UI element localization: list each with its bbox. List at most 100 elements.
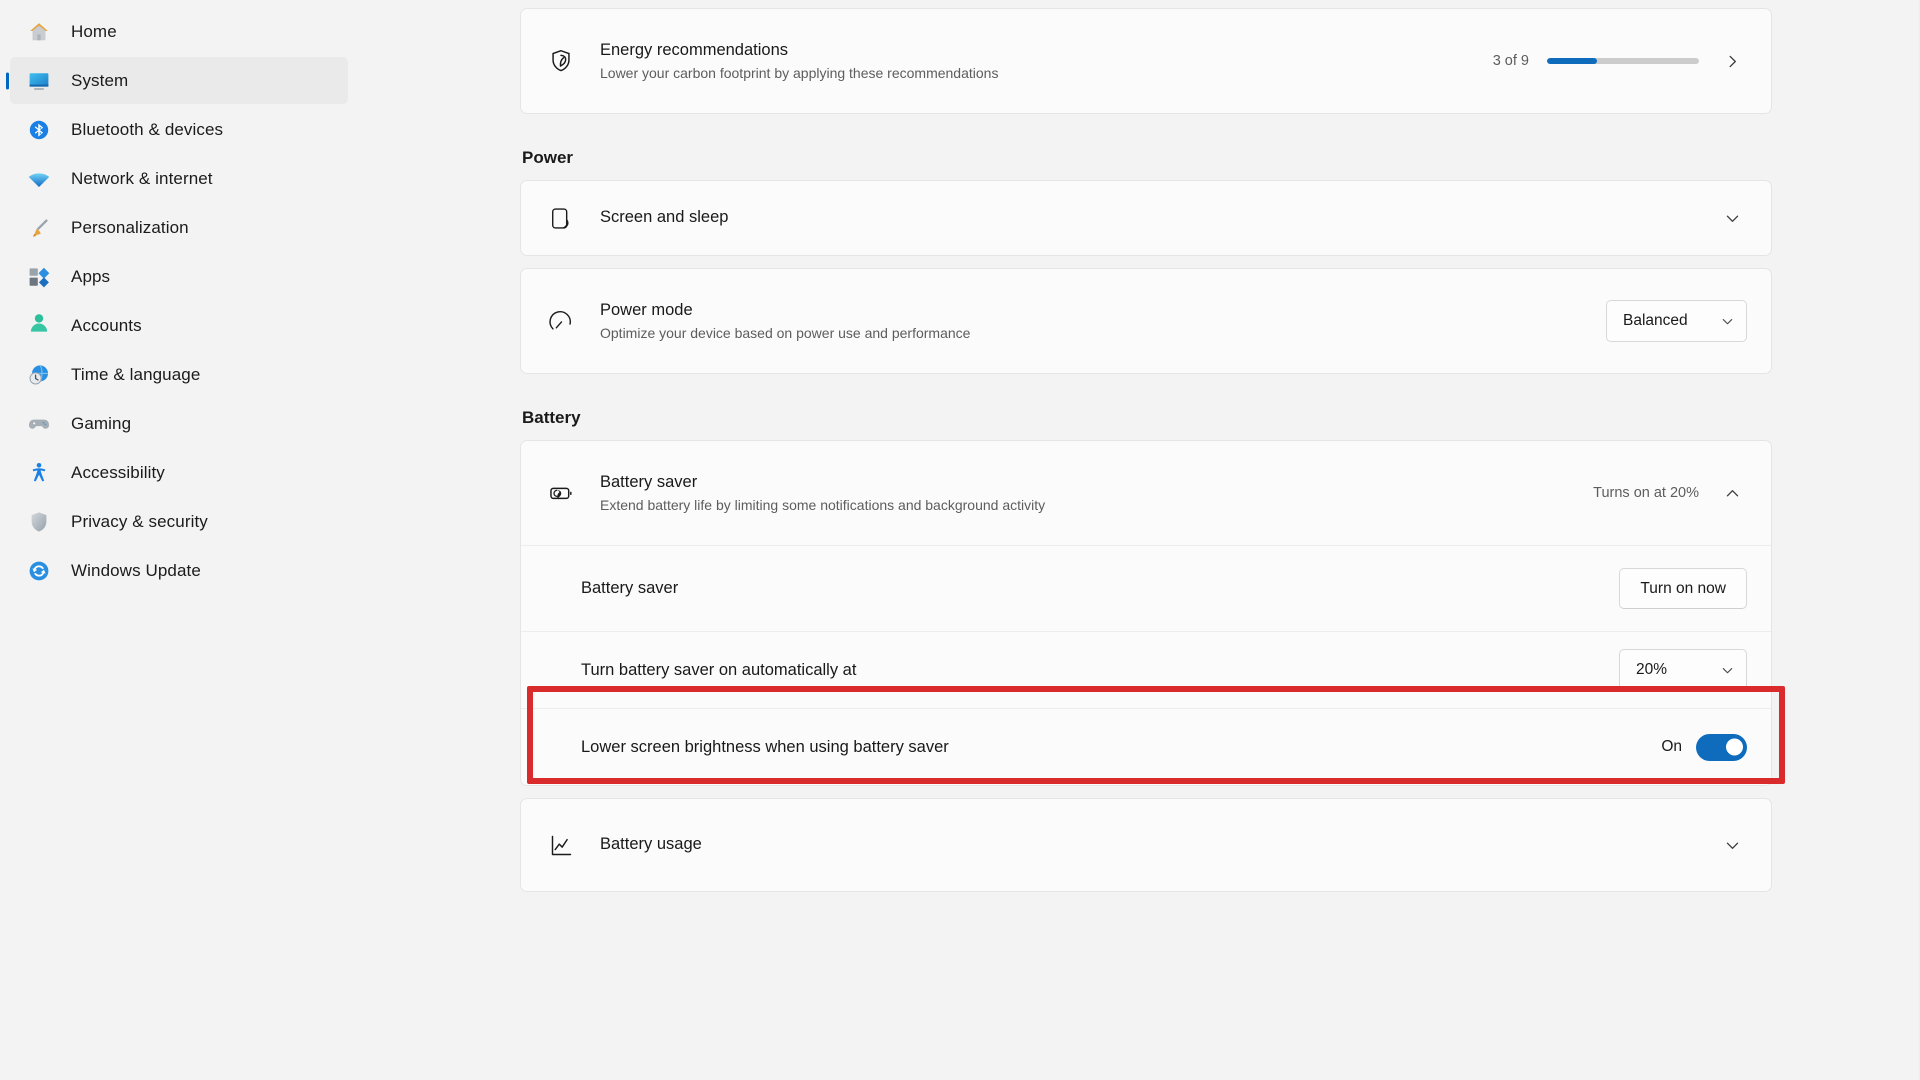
- energy-recommendations-texts: Energy recommendations Lower your carbon…: [600, 40, 1493, 83]
- battery-saver-row-label: Battery saver: [581, 579, 1619, 598]
- lower-brightness-toggle-label: On: [1661, 738, 1682, 756]
- chevron-down-icon[interactable]: [1717, 830, 1747, 860]
- battery-saver-right: Turns on at 20%: [1593, 478, 1747, 508]
- home-icon: [26, 19, 52, 45]
- sidebar-item-label: Personalization: [71, 218, 189, 238]
- sidebar-item-privacy-and-security[interactable]: Privacy & security: [10, 498, 348, 545]
- sidebar-item-apps[interactable]: Apps: [10, 253, 348, 300]
- paintbrush-icon: [26, 215, 52, 241]
- account-icon: [26, 313, 52, 339]
- energy-recommendations-card[interactable]: Energy recommendations Lower your carbon…: [520, 8, 1772, 114]
- sidebar-item-label: System: [71, 71, 128, 91]
- sidebar-item-label: Apps: [71, 267, 110, 287]
- sidebar-item-system[interactable]: System: [10, 57, 348, 104]
- power-mode-right: Balanced: [1606, 300, 1747, 342]
- lower-brightness-control: On: [1661, 734, 1747, 761]
- settings-content-pane: Energy recommendations Lower your carbon…: [372, 0, 1920, 1080]
- battery-saver-title: Battery saver: [600, 472, 1593, 493]
- sidebar-item-label: Home: [71, 22, 117, 42]
- sidebar-item-label: Gaming: [71, 414, 131, 434]
- battery-usage-card[interactable]: Battery usage: [520, 798, 1772, 892]
- energy-recommendations-subtitle: Lower your carbon footprint by applying …: [600, 64, 1493, 82]
- screen-and-sleep-card[interactable]: Screen and sleep: [520, 180, 1772, 256]
- sidebar-item-label: Privacy & security: [71, 512, 208, 532]
- sidebar-item-label: Time & language: [71, 365, 200, 385]
- update-icon: [26, 558, 52, 584]
- auto-threshold-row[interactable]: Turn battery saver on automatically at 2…: [521, 631, 1771, 708]
- chevron-up-icon[interactable]: [1717, 478, 1747, 508]
- battery-saver-card: Battery saver Extend battery life by lim…: [520, 440, 1772, 786]
- leaf-shield-icon: [546, 46, 576, 76]
- sidebar-item-gaming[interactable]: Gaming: [10, 400, 348, 447]
- sidebar-item-time-and-language[interactable]: Time & language: [10, 351, 348, 398]
- screen-and-sleep-texts: Screen and sleep: [600, 207, 1717, 228]
- sidebar-item-bluetooth-and-devices[interactable]: Bluetooth & devices: [10, 106, 348, 153]
- sidebar-item-personalization[interactable]: Personalization: [10, 204, 348, 251]
- shield-icon: [26, 509, 52, 535]
- lower-brightness-row[interactable]: Lower screen brightness when using batte…: [521, 708, 1771, 785]
- power-mode-texts: Power mode Optimize your device based on…: [600, 300, 1606, 343]
- battery-saver-status: Turns on at 20%: [1593, 485, 1699, 501]
- progress-fill: [1547, 58, 1597, 64]
- lower-brightness-label: Lower screen brightness when using batte…: [581, 738, 1661, 757]
- sidebar-item-label: Accessibility: [71, 463, 165, 483]
- chevron-down-icon: [1721, 315, 1734, 328]
- sidebar-item-accessibility[interactable]: Accessibility: [10, 449, 348, 496]
- battery-saver-texts: Battery saver Extend battery life by lim…: [600, 472, 1593, 515]
- sidebar-item-label: Accounts: [71, 316, 142, 336]
- sidebar-item-label: Windows Update: [71, 561, 201, 581]
- chevron-down-icon: [1721, 664, 1734, 677]
- chart-line-icon: [546, 830, 576, 860]
- energy-recommendations-count: 3 of 9: [1493, 53, 1529, 69]
- auto-threshold-dropdown[interactable]: 20%: [1619, 649, 1747, 691]
- system-icon: [26, 68, 52, 94]
- power-mode-row[interactable]: Power mode Optimize your device based on…: [521, 269, 1771, 373]
- apps-icon: [26, 264, 52, 290]
- battery-section-heading: Battery: [522, 408, 1772, 428]
- auto-threshold-control: 20%: [1619, 649, 1747, 691]
- battery-saver-header-row[interactable]: Battery saver Extend battery life by lim…: [521, 441, 1771, 545]
- screen-and-sleep-row[interactable]: Screen and sleep: [521, 181, 1771, 255]
- accessibility-icon: [26, 460, 52, 486]
- battery-usage-row[interactable]: Battery usage: [521, 799, 1771, 891]
- power-mode-title: Power mode: [600, 300, 1606, 321]
- clock-globe-icon: [26, 362, 52, 388]
- energy-recommendations-status: 3 of 9: [1493, 46, 1747, 76]
- battery-saver-toggle-row[interactable]: Battery saver Turn on now: [521, 545, 1771, 631]
- auto-threshold-label: Turn battery saver on automatically at: [581, 661, 1619, 680]
- chevron-down-icon[interactable]: [1717, 203, 1747, 233]
- screen-and-sleep-title: Screen and sleep: [600, 207, 1717, 228]
- sidebar-item-network-and-internet[interactable]: Network & internet: [10, 155, 348, 202]
- screen-sleep-icon: [546, 203, 576, 233]
- battery-usage-title: Battery usage: [600, 834, 1717, 855]
- power-mode-card[interactable]: Power mode Optimize your device based on…: [520, 268, 1772, 374]
- energy-recommendations-title: Energy recommendations: [600, 40, 1493, 61]
- battery-usage-texts: Battery usage: [600, 834, 1717, 855]
- energy-recommendations-progressbar: [1547, 58, 1699, 64]
- power-mode-dropdown[interactable]: Balanced: [1606, 300, 1747, 342]
- selection-indicator: [6, 72, 9, 89]
- turn-on-now-button[interactable]: Turn on now: [1619, 568, 1747, 609]
- chevron-right-icon[interactable]: [1717, 46, 1747, 76]
- sidebar-item-home[interactable]: Home: [10, 8, 348, 55]
- battery-usage-right: [1717, 830, 1747, 860]
- screen-and-sleep-right: [1717, 203, 1747, 233]
- gamepad-icon: [26, 411, 52, 437]
- power-mode-subtitle: Optimize your device based on power use …: [600, 324, 1606, 342]
- power-section-heading: Power: [522, 148, 1772, 168]
- battery-saver-row-control: Turn on now: [1619, 568, 1747, 609]
- power-mode-value: Balanced: [1623, 312, 1688, 330]
- battery-saver-icon: [546, 478, 576, 508]
- network-icon: [26, 166, 52, 192]
- settings-sidebar: Home System: [0, 0, 372, 1080]
- battery-saver-subtitle: Extend battery life by limiting some not…: [600, 496, 1593, 514]
- gauge-icon: [546, 306, 576, 336]
- auto-threshold-value: 20%: [1636, 661, 1667, 679]
- lower-brightness-toggle[interactable]: [1696, 734, 1747, 761]
- sidebar-item-accounts[interactable]: Accounts: [10, 302, 348, 349]
- energy-recommendations-row[interactable]: Energy recommendations Lower your carbon…: [521, 9, 1771, 113]
- sidebar-item-label: Bluetooth & devices: [71, 120, 223, 140]
- bluetooth-icon: [26, 117, 52, 143]
- sidebar-item-label: Network & internet: [71, 169, 213, 189]
- sidebar-item-windows-update[interactable]: Windows Update: [10, 547, 348, 594]
